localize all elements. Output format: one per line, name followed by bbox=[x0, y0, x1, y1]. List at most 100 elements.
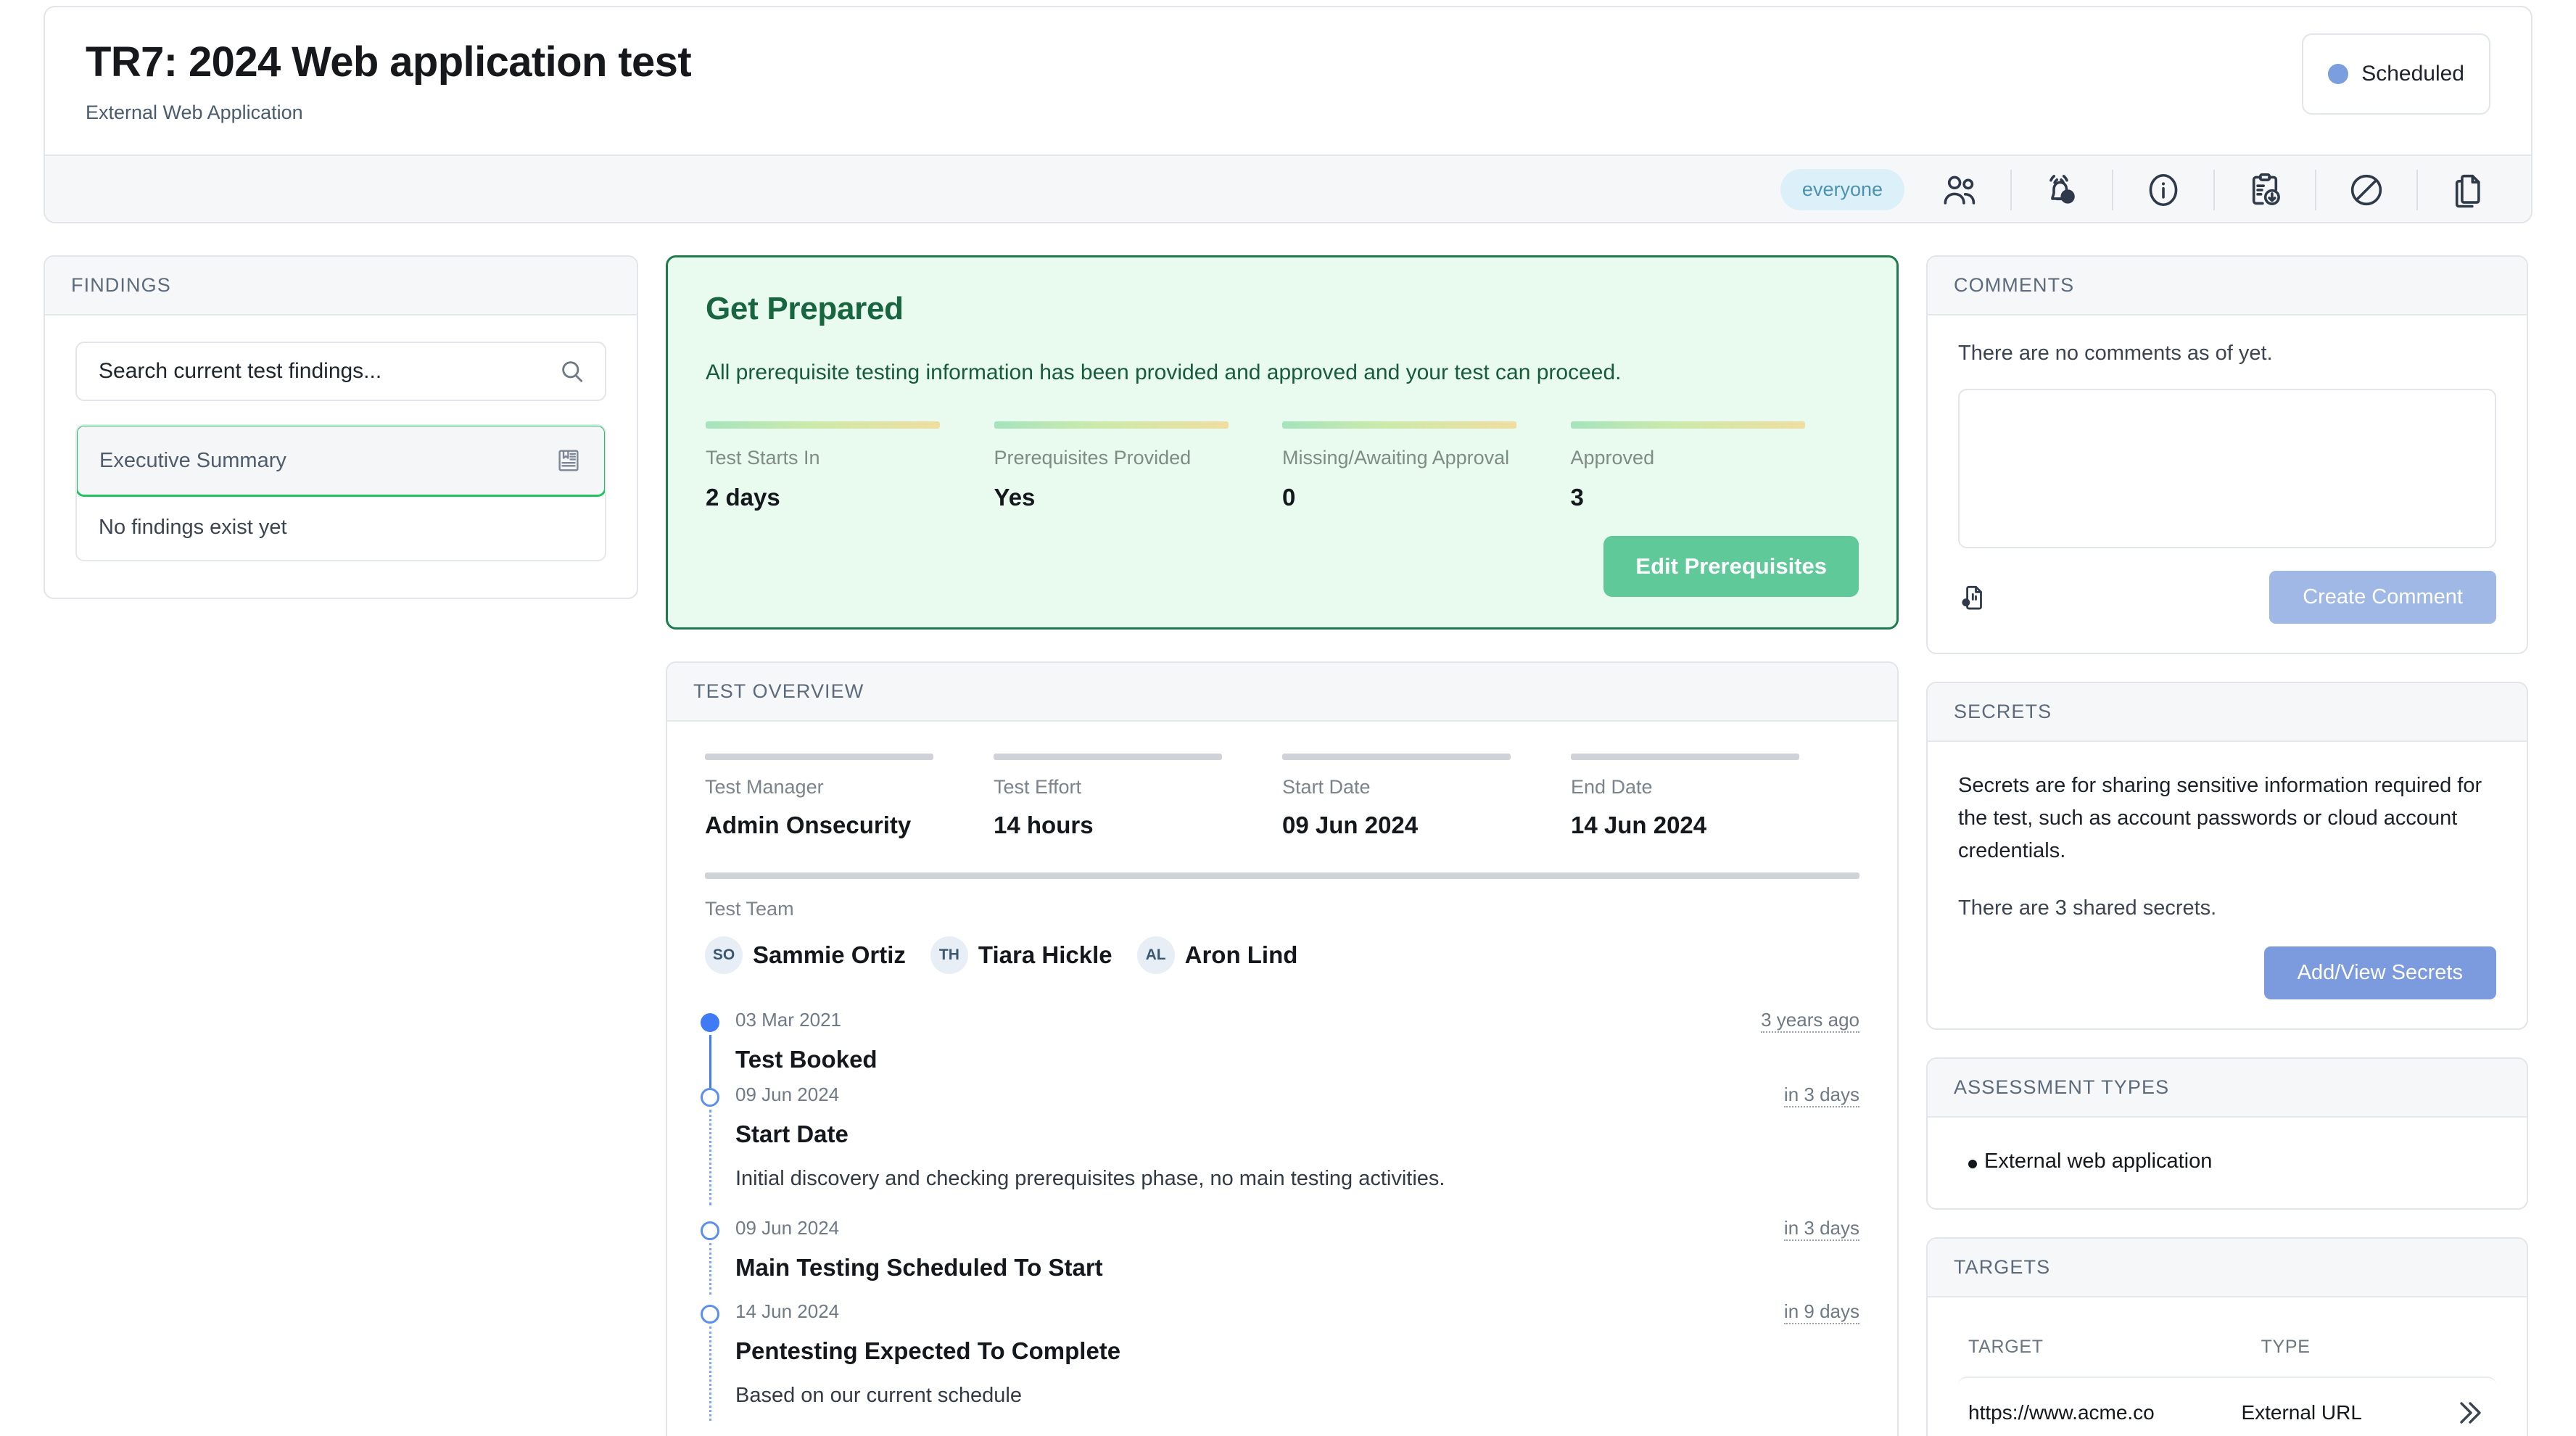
findings-list: Executive Summary No findings exist yet bbox=[75, 424, 606, 561]
overview-test-effort: Test Effort 14 hours bbox=[994, 754, 1282, 839]
stat-label: Test Effort bbox=[994, 776, 1259, 799]
status-badge[interactable]: Scheduled bbox=[2302, 33, 2490, 115]
finding-item-executive-summary[interactable]: Executive Summary bbox=[75, 424, 606, 497]
findings-search-input[interactable] bbox=[99, 359, 550, 384]
finding-item-empty: No findings exist yet bbox=[77, 495, 605, 560]
timeline-relative: in 3 days bbox=[1784, 1217, 1859, 1241]
test-timeline: 03 Mar 2021 3 years ago Test Booked 09 J… bbox=[667, 999, 1897, 1436]
overview-start-date: Start Date 09 Jun 2024 bbox=[1282, 754, 1571, 839]
comments-panel-title: COMMENTS bbox=[1928, 257, 2527, 315]
table-row[interactable]: https://www.acme.co External URL bbox=[1958, 1377, 2496, 1436]
timeline-row: 03 Mar 2021 3 years ago bbox=[735, 1009, 1859, 1033]
chevron-double-right-icon[interactable] bbox=[2451, 1395, 2486, 1430]
assessment-types-panel-title: ASSESSMENT TYPES bbox=[1928, 1059, 2527, 1118]
stat-bar bbox=[994, 421, 1229, 429]
attach-file-icon[interactable] bbox=[1958, 582, 1989, 613]
findings-panel: FINDINGS Executive Summary bbox=[44, 255, 638, 599]
get-prepared-description: All prerequisite testing information has… bbox=[706, 360, 1859, 385]
timeline-marker-icon bbox=[701, 1221, 719, 1240]
secrets-panel: SECRETS Secrets are for sharing sensitiv… bbox=[1926, 682, 2528, 1030]
team-member-name: Aron Lind bbox=[1185, 941, 1298, 969]
secrets-actions: Add/View Secrets bbox=[1958, 946, 2496, 999]
stat-value: 14 hours bbox=[994, 812, 1259, 839]
timeline-row: 14 Jun 2024 in 9 days bbox=[735, 1432, 1859, 1436]
toolbar-info-button[interactable] bbox=[2132, 168, 2195, 212]
findings-panel-body: Executive Summary No findings exist yet bbox=[45, 315, 637, 598]
assessment-types-body: External web application bbox=[1928, 1118, 2527, 1208]
users-icon bbox=[1941, 170, 1980, 210]
section-divider bbox=[705, 872, 1859, 879]
test-overview-panel: TEST OVERVIEW Test Manager Admin Onsecur… bbox=[666, 661, 1899, 1436]
page-subtitle: External Web Application bbox=[86, 102, 2490, 124]
toolbar-divider bbox=[2112, 170, 2113, 210]
stat-bar bbox=[1282, 421, 1516, 429]
assessment-types-panel: ASSESSMENT TYPES External web applicatio… bbox=[1926, 1057, 2528, 1210]
stat-prerequisites-provided: Prerequisites Provided Yes bbox=[994, 421, 1283, 511]
timeline-title: Pentesting Expected To Complete bbox=[735, 1337, 1859, 1365]
toolbar-block-button[interactable] bbox=[2335, 168, 2398, 212]
assessment-type-item: External web application bbox=[1958, 1150, 2496, 1173]
avatar: TH bbox=[930, 936, 968, 974]
comments-empty-text: There are no comments as of yet. bbox=[1958, 342, 2496, 366]
comments-footer: Create Comment bbox=[1958, 571, 2496, 624]
finding-item-label: Executive Summary bbox=[99, 449, 286, 473]
stat-value: 09 Jun 2024 bbox=[1282, 812, 1548, 839]
toolbar-divider bbox=[2416, 170, 2418, 210]
timeline-title: Test Booked bbox=[735, 1046, 1859, 1073]
timeline-marker-icon bbox=[701, 1088, 719, 1107]
toolbar-users-button[interactable] bbox=[1929, 168, 1991, 212]
timeline-connector bbox=[709, 1035, 711, 1088]
secrets-panel-body: Secrets are for sharing sensitive inform… bbox=[1928, 742, 2527, 1028]
team-member-name: Sammie Ortiz bbox=[753, 941, 906, 969]
stat-value: Admin Onsecurity bbox=[705, 812, 970, 839]
header-toolbar: everyone bbox=[45, 154, 2531, 223]
timeline-relative: in 3 days bbox=[1784, 1084, 1859, 1107]
toolbar-download-report-button[interactable] bbox=[2234, 168, 2296, 212]
toolbar-divider bbox=[2315, 170, 2316, 210]
targets-body: TARGET TYPE https://www.acme.co External… bbox=[1928, 1297, 2527, 1436]
timeline-date: 09 Jun 2024 bbox=[735, 1084, 839, 1106]
comments-panel-body: There are no comments as of yet. Create … bbox=[1928, 315, 2527, 653]
timeline-row: 09 Jun 2024 in 3 days bbox=[735, 1084, 1859, 1107]
toolbar-copy-button[interactable] bbox=[2437, 168, 2499, 212]
timeline-item: 14 Jun 2024 in 9 days Pentesting Expecte… bbox=[705, 1290, 1859, 1416]
timeline-date: 03 Mar 2021 bbox=[735, 1009, 841, 1031]
get-prepared-panel: Get Prepared All prerequisite testing in… bbox=[666, 255, 1899, 630]
avatar: AL bbox=[1137, 936, 1175, 974]
blocked-icon bbox=[2347, 170, 2386, 210]
header-top: TR7: 2024 Web application test External … bbox=[45, 7, 2531, 154]
bullet-icon bbox=[1968, 1160, 1977, 1168]
edit-prerequisites-button[interactable]: Edit Prerequisites bbox=[1603, 536, 1859, 597]
test-detail-page: TR7: 2024 Web application test External … bbox=[0, 0, 2576, 1436]
toolbar-notifications-button[interactable] bbox=[2031, 168, 2093, 212]
targets-panel: TARGETS TARGET TYPE https://www.acme.co … bbox=[1926, 1237, 2528, 1436]
comment-textarea[interactable] bbox=[1958, 389, 2496, 548]
test-overview-body: Test Manager Admin Onsecurity Test Effor… bbox=[667, 722, 1897, 999]
timeline-date: 14 Jun 2024 bbox=[735, 1432, 839, 1436]
copy-icon bbox=[2448, 170, 2488, 210]
timeline-connector bbox=[709, 1110, 711, 1205]
assessment-type-label: External web application bbox=[1984, 1150, 2212, 1173]
notification-bell-icon bbox=[2042, 170, 2081, 210]
stat-approved: Approved 3 bbox=[1571, 421, 1859, 511]
right-column: COMMENTS There are no comments as of yet… bbox=[1926, 255, 2528, 1436]
clipboard-download-icon bbox=[2245, 170, 2284, 210]
targets-table-header: TARGET TYPE bbox=[1958, 1324, 2496, 1377]
timeline-description: Initial discovery and checking prerequis… bbox=[735, 1167, 1859, 1191]
targets-panel-title: TARGETS bbox=[1928, 1239, 2527, 1297]
get-prepared-title: Get Prepared bbox=[706, 291, 1859, 327]
stat-value: Yes bbox=[994, 484, 1261, 511]
search-icon bbox=[558, 358, 586, 385]
status-label: Scheduled bbox=[2361, 62, 2464, 86]
visibility-chip-everyone[interactable]: everyone bbox=[1780, 169, 1904, 210]
finding-item-label: No findings exist yet bbox=[99, 516, 287, 540]
findings-search-box[interactable] bbox=[75, 342, 606, 401]
stat-test-starts-in: Test Starts In 2 days bbox=[706, 421, 994, 511]
timeline-description: Based on our current schedule bbox=[735, 1384, 1859, 1408]
create-comment-button[interactable]: Create Comment bbox=[2269, 571, 2496, 624]
stat-label: Missing/Awaiting Approval bbox=[1282, 445, 1549, 471]
test-team-list: SO Sammie Ortiz TH Tiara Hickle AL Aron … bbox=[705, 936, 1859, 974]
test-team-label: Test Team bbox=[705, 898, 1859, 920]
add-view-secrets-button[interactable]: Add/View Secrets bbox=[2264, 946, 2496, 999]
avatar: SO bbox=[705, 936, 743, 974]
